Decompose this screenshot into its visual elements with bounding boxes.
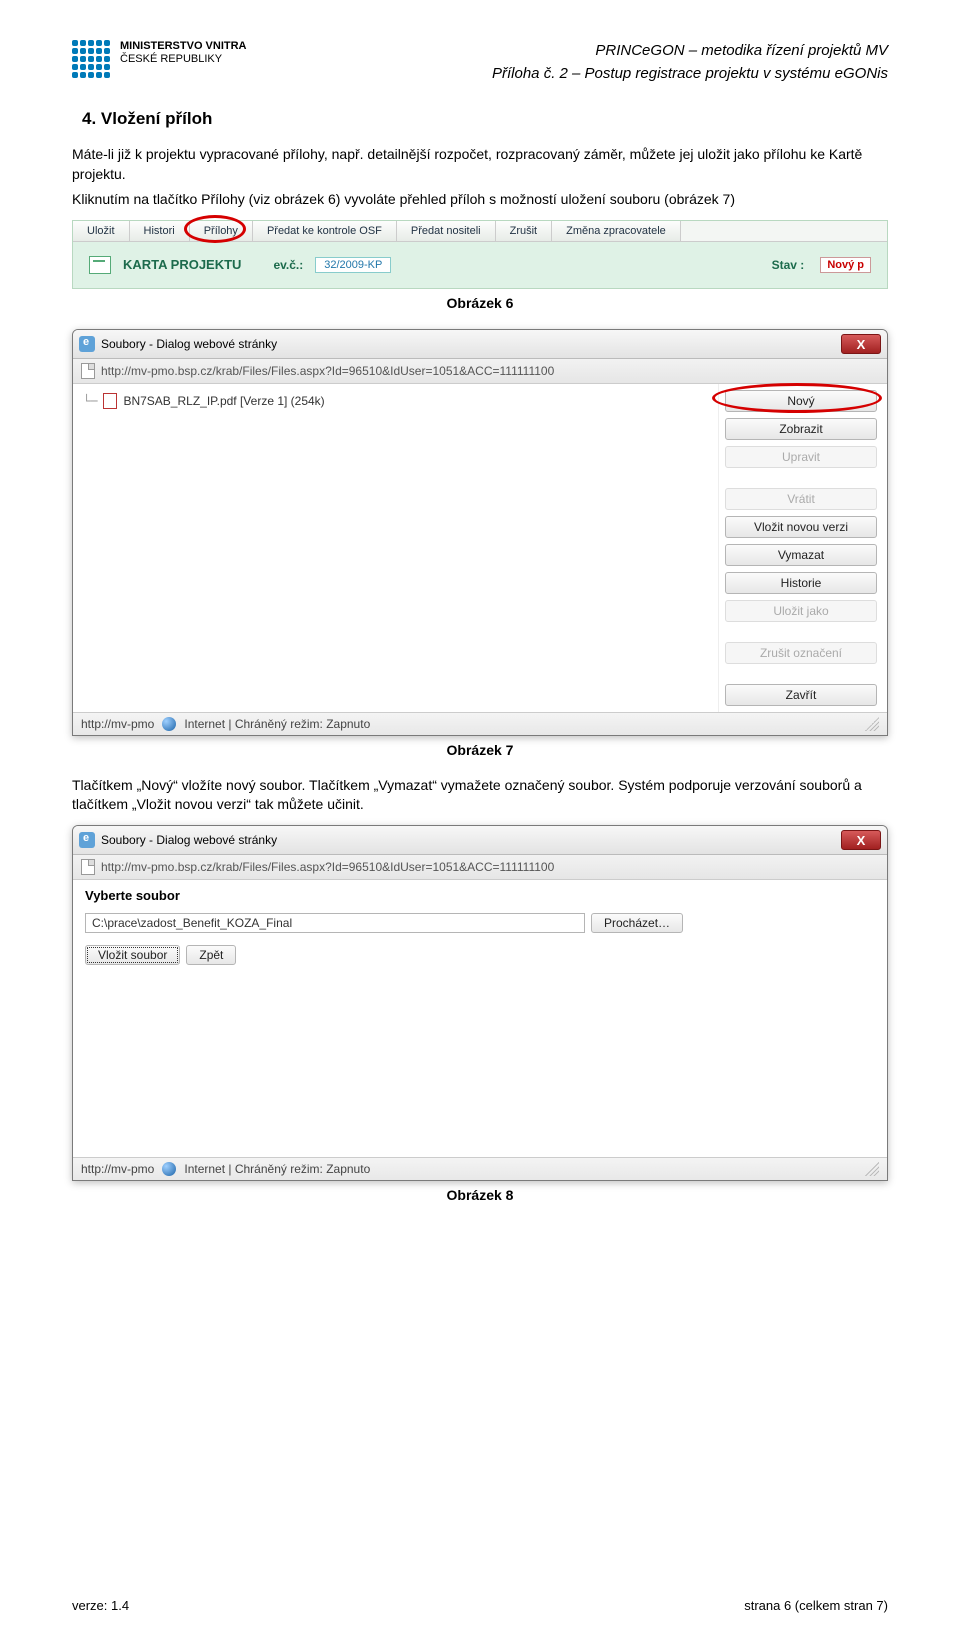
ministry-logo: MINISTERSTVO VNITRA ČESKÉ REPUBLIKY [72,40,247,78]
globe-icon [162,717,176,731]
resize-grip-icon[interactable] [865,717,879,731]
resize-grip-icon[interactable] [865,1162,879,1176]
save-as-button: Uložit jako [725,600,877,622]
caption-7: Obrázek 7 [72,742,888,758]
caption-8: Obrázek 8 [72,1187,888,1203]
toolbar-forward-owner-button[interactable]: Předat nositeli [397,221,496,241]
evc-value[interactable]: 32/2009-KP [315,257,391,273]
toolbar-forward-osf-button[interactable]: Předat ke kontrole OSF [253,221,397,241]
page-icon [81,859,95,875]
stav-label: Stav : [772,258,805,272]
close-button[interactable]: X [841,334,881,354]
footer-version: verze: 1.4 [72,1598,129,1613]
tree-branch-icon: └─ [83,394,97,408]
status-left: http://mv-pmo [81,1162,154,1176]
paragraph-2: Kliknutím na tlačítko Přílohy (viz obráz… [72,190,888,210]
ie-icon [79,832,95,848]
delete-button[interactable]: Vymazat [725,544,877,566]
insert-file-button[interactable]: Vložit soubor [85,945,180,965]
doc-subtitle: Příloha č. 2 – Postup registrace projekt… [492,63,888,86]
doc-title: PRINCeGON – metodika řízení projektů MV [492,40,888,63]
view-button[interactable]: Zobrazit [725,418,877,440]
toolbar-attachments-button[interactable]: Přílohy [190,221,253,241]
browse-button[interactable]: Procházet… [591,913,683,933]
page-icon [81,363,95,379]
ministry-line1: MINISTERSTVO VNITRA [120,40,247,53]
project-card-icon [89,256,111,274]
history-button[interactable]: Historie [725,572,877,594]
toolbar-attachments-label: Přílohy [204,225,238,237]
ministry-line2: ČESKÉ REPUBLIKY [120,53,247,66]
toolbar-save-button[interactable]: Uložit [73,221,130,241]
figure-7: Soubory - Dialog webové stránky X http:/… [72,329,888,736]
dialog-title: Soubory - Dialog webové stránky [101,337,277,351]
edit-button: Upravit [725,446,877,468]
toolbar-change-editor-button[interactable]: Změna zpracovatele [552,221,681,241]
deselect-button: Zrušit označení [725,642,877,664]
file-path-input[interactable]: C:\prace\zadost_Benefit_KOZA_Final [85,913,585,933]
address-url: http://mv-pmo.bsp.cz/krab/Files/Files.as… [101,860,554,874]
status-left: http://mv-pmo [81,717,154,731]
insert-new-version-button[interactable]: Vložit novou verzi [725,516,877,538]
back-button[interactable]: Zpět [186,945,236,965]
section-heading: 4. Vložení příloh [82,109,888,129]
new-button[interactable]: Nový [725,390,877,412]
choose-file-heading: Vyberte soubor [85,888,875,903]
address-url: http://mv-pmo.bsp.cz/krab/Files/Files.as… [101,364,554,378]
status-right: Internet | Chráněný režim: Zapnuto [184,1162,370,1176]
status-right: Internet | Chráněný režim: Zapnuto [184,717,370,731]
caption-6: Obrázek 6 [72,295,888,311]
logo-dots-icon [72,40,110,78]
paragraph-1: Máte-li již k projektu vypracované přílo… [72,145,888,184]
pdf-icon [103,393,117,409]
figure-8: Soubory - Dialog webové stránky X http:/… [72,825,888,1181]
revert-button: Vrátit [725,488,877,510]
dialog-title: Soubory - Dialog webové stránky [101,833,277,847]
stav-value: Nový p [820,257,871,273]
paragraph-3: Tlačítkem „Nový“ vložíte nový soubor. Tl… [72,776,888,815]
ie-icon [79,336,95,352]
evc-label: ev.č.: [273,258,303,272]
toolbar-cancel-button[interactable]: Zrušit [496,221,553,241]
globe-icon [162,1162,176,1176]
new-button-label: Nový [787,394,814,408]
file-entry[interactable]: BN7SAB_RLZ_IP.pdf [Verze 1] (254k) [123,394,324,408]
toolbar-history-button[interactable]: Histori [130,221,190,241]
close-button[interactable]: X [841,830,881,850]
close-dialog-button[interactable]: Zavřít [725,684,877,706]
figure-6: Uložit Histori Přílohy Předat ke kontrol… [72,220,888,289]
footer-page: strana 6 (celkem stran 7) [744,1598,888,1613]
project-card-title: KARTA PROJEKTU [123,257,241,272]
